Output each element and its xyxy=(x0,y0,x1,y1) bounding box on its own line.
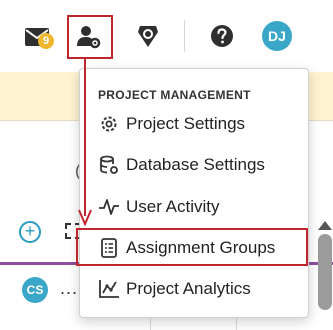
row-accent-bar xyxy=(0,262,80,265)
shield-icon xyxy=(138,26,158,47)
annotation-arrow xyxy=(78,58,92,226)
scroll-up-arrow[interactable] xyxy=(318,221,332,230)
analytics-chart-icon xyxy=(98,278,120,300)
menu-item-project-analytics[interactable]: Project Analytics xyxy=(80,269,308,309)
header-divider xyxy=(184,20,185,52)
more-options-button[interactable]: ... xyxy=(60,278,78,299)
user-avatar[interactable]: DJ xyxy=(262,21,292,51)
menu-item-database-settings[interactable]: Database Settings xyxy=(80,145,308,185)
database-gear-icon xyxy=(98,154,120,176)
menu-item-user-activity[interactable]: User Activity xyxy=(80,187,308,227)
activity-pulse-icon xyxy=(98,196,120,218)
help-icon xyxy=(211,25,233,47)
shield-button[interactable] xyxy=(136,22,160,50)
highlight-frame xyxy=(76,228,308,266)
row-avatar: CS xyxy=(22,277,48,303)
help-button[interactable] xyxy=(209,23,235,49)
menu-heading: PROJECT MANAGEMENT xyxy=(98,88,251,102)
project-management-menu: PROJECT MANAGEMENT Project Settings Data… xyxy=(79,68,309,318)
menu-item-project-settings[interactable]: Project Settings xyxy=(80,104,308,144)
gear-icon xyxy=(98,113,120,135)
notification-count-badge: 9 xyxy=(38,33,54,49)
menu-item-label: User Activity xyxy=(126,197,220,216)
scrollbar-thumb[interactable] xyxy=(318,234,332,310)
menu-item-label: Database Settings xyxy=(126,155,265,174)
menu-item-label: Project Settings xyxy=(126,114,246,133)
highlight-frame xyxy=(67,15,113,59)
menu-item-label: Project Analytics xyxy=(126,279,251,298)
add-icon[interactable]: + xyxy=(19,221,41,243)
